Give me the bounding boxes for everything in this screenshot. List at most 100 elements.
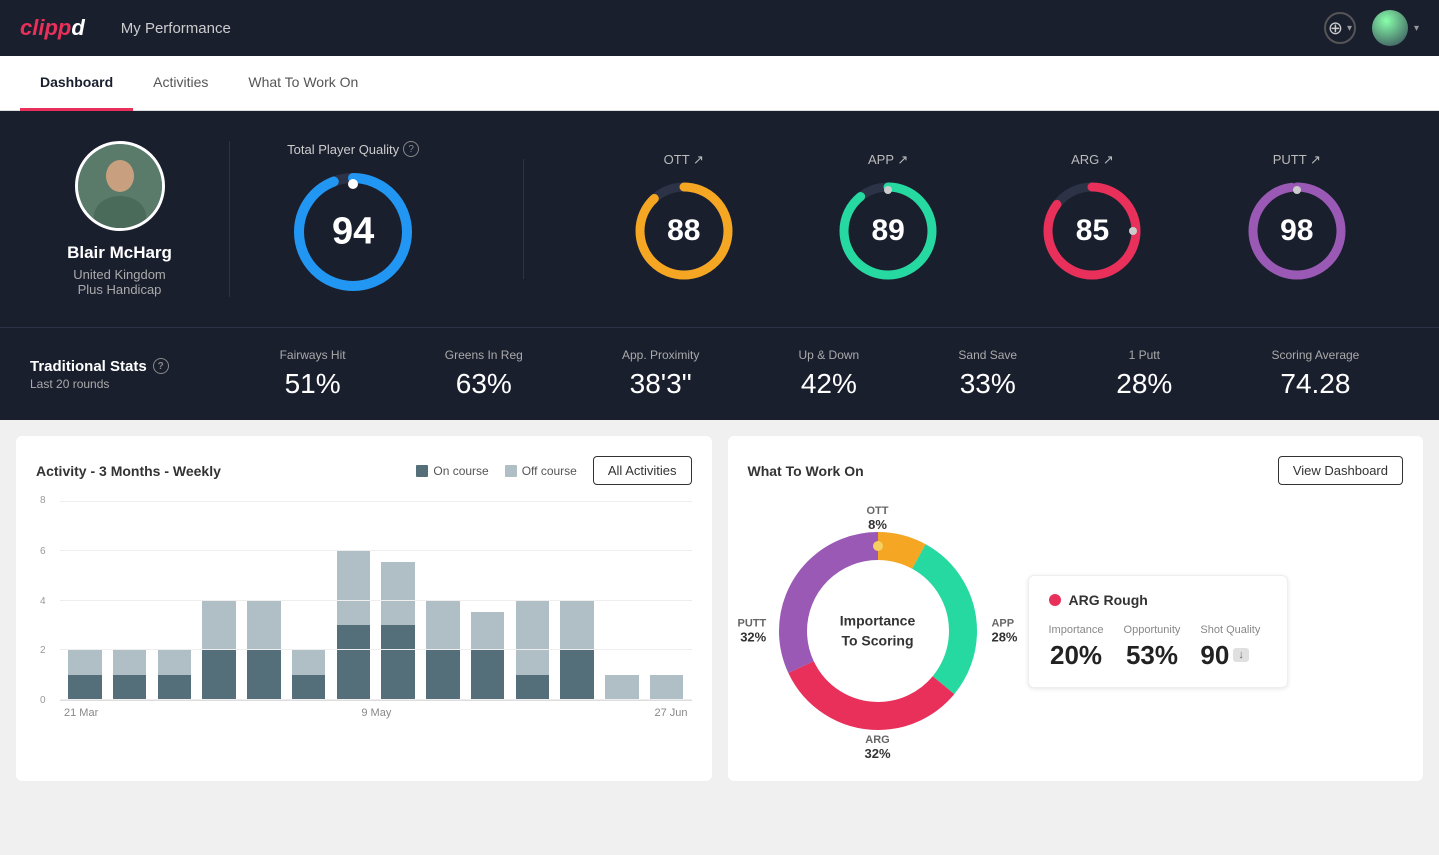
stats-label-block: Traditional Stats ? Last 20 rounds [30,358,230,391]
wtwo-content: Importance To Scoring OTT 8% APP 28% ARG… [748,501,1404,761]
scores-section: Total Player Quality ? 94 OTT ↗ [230,141,1409,297]
chart-header: Activity - 3 Months - Weekly On course O… [36,456,692,485]
ott-value: 88 [667,214,700,248]
tabs-bar: Dashboard Activities What To Work On [0,56,1439,111]
ott-label: OTT ↗ [664,152,704,168]
player-avatar [75,141,165,231]
y-grid-8: 8 [60,501,692,502]
total-score-value: 94 [332,211,374,254]
stat-proximity-value: 38'3" [622,368,699,400]
y-grid-0: 0 [60,699,692,700]
donut-chart: Importance To Scoring OTT 8% APP 28% ARG… [748,501,1008,761]
y-grid-4: 4 [60,600,692,601]
activity-chart-card: Activity - 3 Months - Weekly On course O… [16,436,712,781]
player-country: United Kingdom [73,267,166,282]
plus-icon: ⊕ [1328,18,1343,39]
stat-scoring: Scoring Average 74.28 [1272,348,1360,400]
chart-title: Activity - 3 Months - Weekly [36,463,221,479]
quality-help-icon[interactable]: ? [403,141,419,157]
chart-area: 0 2 4 6 8 [36,501,692,721]
arg-value: 85 [1076,214,1109,248]
legend-off-course: Off course [505,464,577,478]
putt-score: PUTT ↗ 98 [1242,152,1352,286]
donut-label-ott: OTT 8% [867,505,889,532]
y-grid-2: 2 [60,649,692,650]
app-value: 89 [871,214,904,248]
stat-greens-value: 63% [445,368,523,400]
bar-group [601,675,643,700]
quality-label: Total Player Quality ? [287,141,419,157]
x-label-may: 9 May [361,707,391,719]
view-dashboard-button[interactable]: View Dashboard [1278,456,1403,485]
arg-score: ARG ↗ 85 [1037,152,1147,286]
stat-proximity-label: App. Proximity [622,348,699,362]
avatar [1372,10,1408,46]
user-avatar-button[interactable]: ▾ [1372,10,1419,46]
stat-oneputt: 1 Putt 28% [1116,348,1172,400]
bar-group [646,675,688,700]
stat-updown: Up & Down 42% [799,348,860,400]
stat-fairways-value: 51% [280,368,346,400]
tab-what-to-work-on[interactable]: What To Work On [228,56,378,111]
app-label: APP ↗ [868,152,908,168]
stat-sandsave-label: Sand Save [958,348,1017,362]
stat-updown-label: Up & Down [799,348,860,362]
bar-group [333,550,375,700]
stats-sub-label: Last 20 rounds [30,377,230,391]
wtwo-title: What To Work On [748,463,864,479]
app-logo: clippd [20,15,85,41]
donut-center-text: Importance To Scoring [840,611,915,650]
detail-opportunity: Opportunity 53% [1124,624,1181,671]
stats-help-icon[interactable]: ? [153,358,169,374]
bar-group [288,650,330,700]
detail-dot-icon [1049,594,1061,606]
stats-main-label: Traditional Stats ? [30,358,230,375]
divider [523,159,524,279]
stat-oneputt-label: 1 Putt [1116,348,1172,362]
putt-value: 98 [1280,214,1313,248]
off-course-dot [505,465,517,477]
stat-updown-value: 42% [799,368,860,400]
avatar-svg [78,144,162,228]
x-labels: 21 Mar 9 May 27 Jun [60,707,692,719]
donut-label-app: APP 28% [991,618,1017,645]
chevron-down-icon: ▾ [1347,23,1352,34]
bar-group [109,650,151,700]
ott-score: OTT ↗ 88 [629,152,739,286]
stat-oneputt-value: 28% [1116,368,1172,400]
detail-importance: Importance 20% [1049,624,1104,671]
bar-group [64,650,106,700]
detail-title: ARG Rough [1049,592,1267,608]
player-info: Blair McHarg United Kingdom Plus Handica… [30,141,230,297]
bar-group [467,612,509,700]
stat-greens-label: Greens In Reg [445,348,523,362]
donut-label-putt: PUTT 32% [738,618,767,645]
tab-dashboard[interactable]: Dashboard [20,56,133,111]
arg-label: ARG ↗ [1071,152,1114,168]
bottom-section: Activity - 3 Months - Weekly On course O… [0,420,1439,797]
stat-sandsave: Sand Save 33% [958,348,1017,400]
detail-metrics: Importance 20% Opportunity 53% Shot Qual… [1049,624,1267,671]
player-name: Blair McHarg [67,243,172,263]
bars-container [64,501,688,700]
bar-group [154,650,196,700]
tab-activities[interactable]: Activities [133,56,228,111]
stats-row: Traditional Stats ? Last 20 rounds Fairw… [0,327,1439,420]
legend-on-course: On course [416,464,488,478]
player-handicap: Plus Handicap [78,282,162,297]
stat-fairways-label: Fairways Hit [280,348,346,362]
stat-fairways: Fairways Hit 51% [280,348,346,400]
top-nav: clippd My Performance ⊕ ▾ ▾ [0,0,1439,56]
detail-shot-quality: Shot Quality 90 ↓ [1200,624,1260,671]
on-course-dot [416,465,428,477]
stat-sandsave-value: 33% [958,368,1017,400]
avatar-image [78,144,162,228]
add-button[interactable]: ⊕ ▾ [1324,12,1356,44]
bar-group [377,562,419,700]
x-label-mar: 21 Mar [64,707,98,719]
chart-legend: On course Off course [416,464,577,478]
stat-proximity: App. Proximity 38'3" [622,348,699,400]
all-activities-button[interactable]: All Activities [593,456,692,485]
stat-scoring-label: Scoring Average [1272,348,1360,362]
wtwo-card: What To Work On View Dashboard [728,436,1424,781]
